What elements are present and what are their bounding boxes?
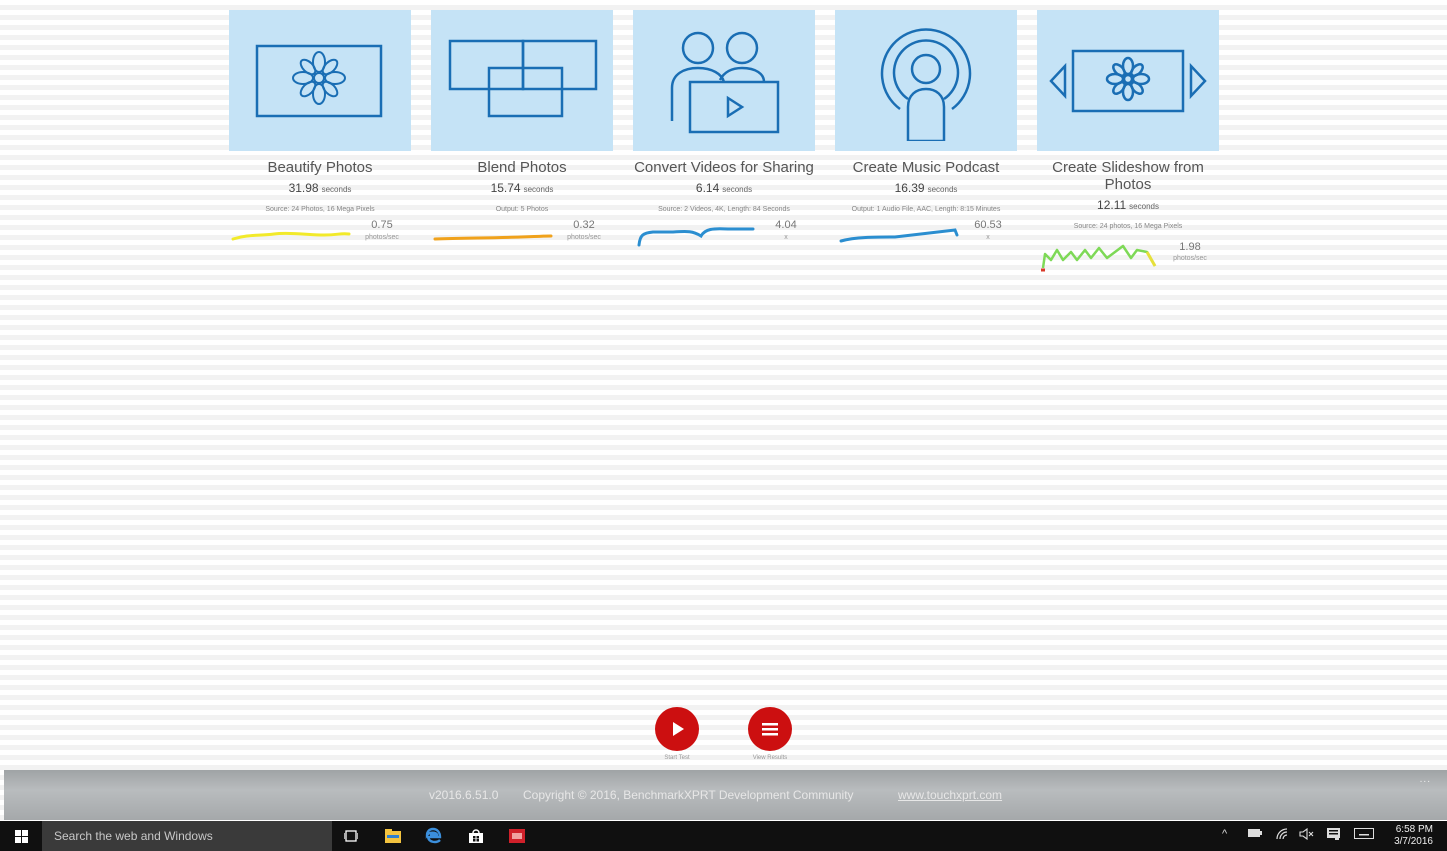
windows-taskbar: Search the web and Windows ^ 6:58 PM 3/7…: [0, 821, 1447, 851]
podcast-icon: [880, 27, 972, 141]
edge-browser-icon[interactable]: [424, 826, 444, 846]
time-unit: seconds: [523, 185, 554, 194]
card-title: Create Slideshow from Photos: [1052, 159, 1204, 193]
card-title: Blend Photos: [477, 159, 567, 176]
file-explorer-icon[interactable]: [383, 826, 403, 846]
card-slideshow[interactable]: Create Slideshow from Photos 12.11 second…: [1037, 10, 1219, 276]
card-detail: Source: 24 Photos, 16 Mega Pixels: [265, 206, 375, 213]
tile-convert-videos[interactable]: [633, 10, 815, 151]
view-results-button[interactable]: [748, 707, 792, 751]
time-value: 16.39: [894, 181, 925, 195]
start-test-button[interactable]: [655, 707, 699, 751]
metric-unit: photos/sec: [1173, 255, 1207, 262]
windows-logo-icon: [14, 829, 28, 843]
metric-unit: photos/sec: [567, 234, 601, 241]
copyright-text: Copyright © 2016, BenchmarkXPRT Developm…: [523, 788, 854, 802]
action-center-icon[interactable]: [1327, 828, 1340, 843]
card-detail: Output: 5 Photos: [495, 206, 549, 213]
version-text: v2016.6.51.0: [429, 788, 499, 802]
card-time: 15.74 seconds: [431, 181, 613, 195]
sparkline-row: 0.75 photos/sec: [229, 219, 411, 259]
sparkline-row: 1.98 photos/sec: [1037, 240, 1219, 276]
sparkline: [231, 231, 351, 241]
task-view-icon[interactable]: [341, 826, 361, 846]
clock-time: 6:58 PM: [1395, 824, 1433, 835]
play-icon: [673, 722, 684, 736]
metric-unit: photos/sec: [365, 234, 399, 241]
card-title: Convert Videos for Sharing: [634, 159, 814, 176]
slideshow-icon: [1049, 49, 1207, 112]
battery-icon[interactable]: [1248, 828, 1262, 840]
metric-value: 1.98: [1179, 241, 1201, 253]
flower-frame-icon: [255, 44, 383, 117]
keyboard-icon[interactable]: [1354, 828, 1374, 842]
time-unit: seconds: [927, 185, 958, 194]
tile-blend-photos[interactable]: [431, 10, 613, 151]
start-button[interactable]: [0, 821, 42, 851]
sparkline-row: 0.32 photos/sec: [431, 219, 613, 259]
website-link[interactable]: www.touchxprt.com: [898, 788, 1002, 802]
card-beautify-photos[interactable]: Beautify Photos 31.98 seconds Source: 24 …: [229, 10, 411, 259]
time-unit: seconds: [1129, 202, 1159, 211]
sparkline-row: 4.04 x: [633, 219, 815, 259]
more-options-button[interactable]: ...: [1420, 774, 1431, 785]
card-detail: Source: 2 Videos, 4K, Length: 84 Seconds: [658, 206, 790, 213]
taskbar-search-box[interactable]: Search the web and Windows: [42, 821, 332, 851]
people-video-icon: [670, 31, 780, 133]
wifi-icon[interactable]: [1276, 828, 1288, 843]
show-hidden-icons-chevron-icon[interactable]: ^: [1222, 828, 1227, 840]
metric-unit: x: [986, 234, 990, 241]
time-value: 6.14: [695, 181, 720, 195]
card-detail: Source: 24 photos, 16 Mega Pixels: [1073, 223, 1183, 230]
time-value: 31.98: [288, 181, 319, 195]
taskbar-clock[interactable]: 6:58 PM 3/7/2016: [1394, 824, 1433, 848]
sparkline-row: 60.53 x: [835, 219, 1017, 259]
tile-beautify-photos[interactable]: [229, 10, 411, 151]
sparkline: [637, 227, 755, 247]
card-time: 6.14 seconds: [633, 181, 815, 195]
tile-music-podcast[interactable]: [835, 10, 1017, 151]
card-detail: Output: 1 Audio File, AAC, Length: 8:15 …: [851, 206, 1001, 213]
overlapping-frames-icon: [448, 39, 598, 117]
metric-value: 0.75: [371, 219, 393, 231]
clock-date: 3/7/2016: [1394, 836, 1433, 847]
tile-slideshow[interactable]: [1037, 10, 1219, 151]
card-title: Beautify Photos: [267, 159, 373, 176]
time-unit: seconds: [321, 185, 352, 194]
metric-value: 60.53: [974, 219, 1002, 231]
start-test-label: Start Test: [664, 755, 690, 761]
app-footer: v2016.6.51.0 Copyright © 2016, Benchmark…: [4, 770, 1447, 820]
sparkline: [1041, 244, 1157, 272]
time-unit: seconds: [722, 185, 753, 194]
metric-value: 4.04: [775, 219, 797, 231]
metric-value: 0.32: [573, 219, 595, 231]
menu-list-icon: [762, 723, 778, 736]
metric-unit: x: [784, 234, 788, 241]
card-blend-photos[interactable]: Blend Photos 15.74 seconds Output: 5 Phot…: [431, 10, 613, 259]
time-value: 15.74: [490, 181, 521, 195]
sparkline: [839, 228, 959, 243]
card-convert-videos[interactable]: Convert Videos for Sharing 6.14 seconds S…: [633, 10, 815, 259]
test-controls: Start Test View Results: [0, 707, 1447, 767]
start-test-control[interactable]: Start Test: [647, 707, 707, 761]
view-results-label: View Results: [752, 755, 788, 761]
volume-muted-icon[interactable]: [1299, 827, 1315, 843]
app-content: Beautify Photos 31.98 seconds Source: 24 …: [0, 0, 1447, 770]
store-icon[interactable]: [466, 826, 486, 846]
card-time: 31.98 seconds: [229, 181, 411, 195]
card-music-podcast[interactable]: Create Music Podcast 16.39 seconds Output…: [835, 10, 1017, 259]
time-value: 12.11: [1097, 198, 1127, 212]
sparkline: [433, 234, 553, 241]
card-time: 16.39 seconds: [835, 181, 1017, 195]
card-title: Create Music Podcast: [852, 159, 1000, 176]
card-time: 12.11 seconds: [1037, 198, 1219, 212]
view-results-control[interactable]: View Results: [740, 707, 800, 761]
touchxprt-app-icon[interactable]: [507, 826, 527, 846]
